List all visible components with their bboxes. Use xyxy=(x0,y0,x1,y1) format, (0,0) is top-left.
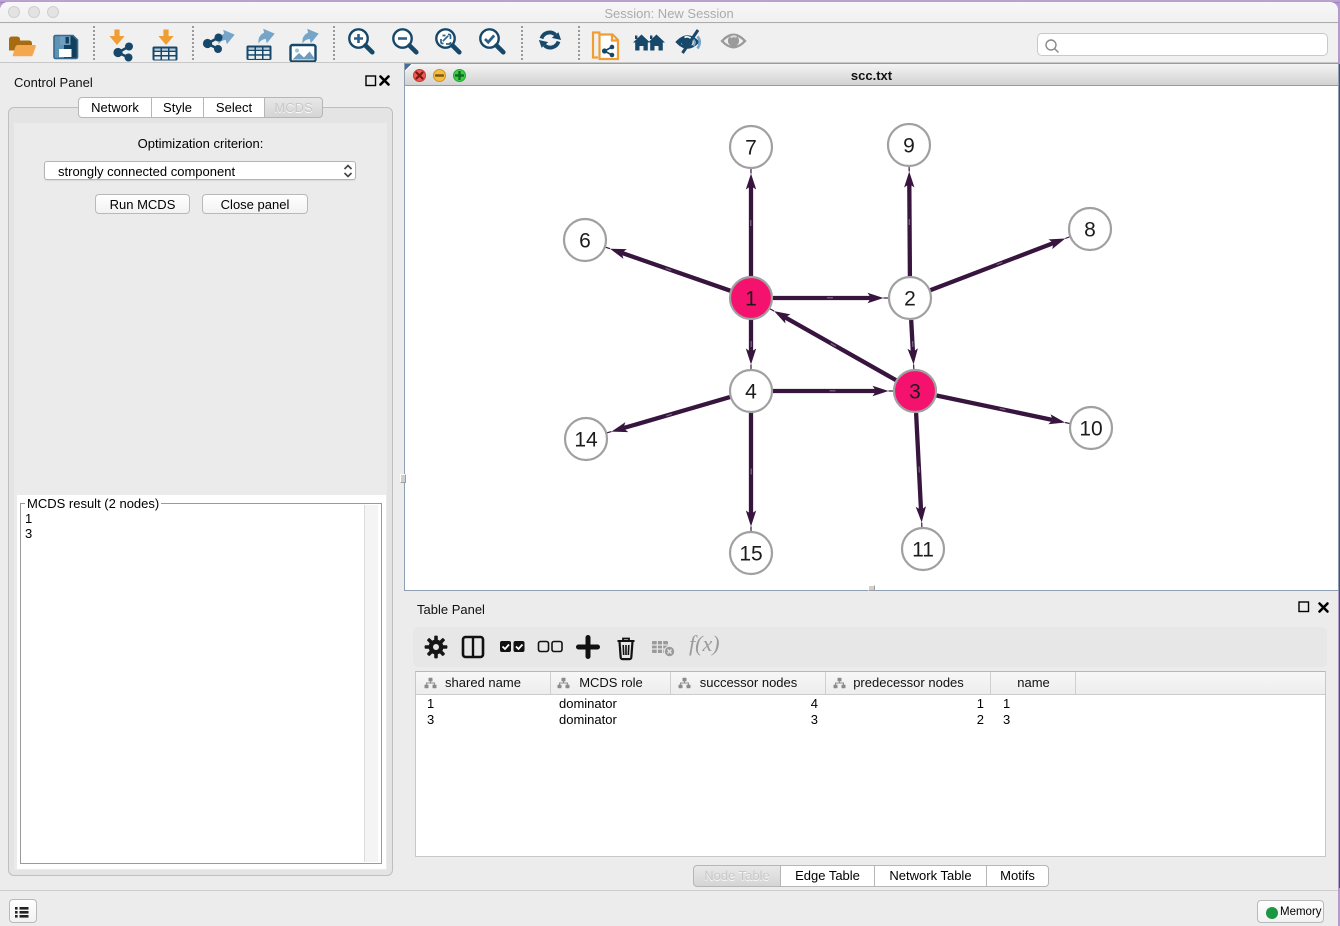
svg-text:6: 6 xyxy=(579,230,591,253)
svg-text:2: 2 xyxy=(904,288,916,311)
svg-text:1: 1 xyxy=(745,288,757,311)
svg-text:14: 14 xyxy=(574,429,598,452)
svg-text:4: 4 xyxy=(745,381,757,404)
svg-text:3: 3 xyxy=(909,381,921,404)
svg-text:15: 15 xyxy=(739,543,762,566)
svg-text:10: 10 xyxy=(1079,418,1102,441)
svg-text:11: 11 xyxy=(912,539,934,562)
svg-text:7: 7 xyxy=(745,137,757,160)
svg-text:8: 8 xyxy=(1084,219,1096,242)
svg-text:9: 9 xyxy=(903,135,915,158)
